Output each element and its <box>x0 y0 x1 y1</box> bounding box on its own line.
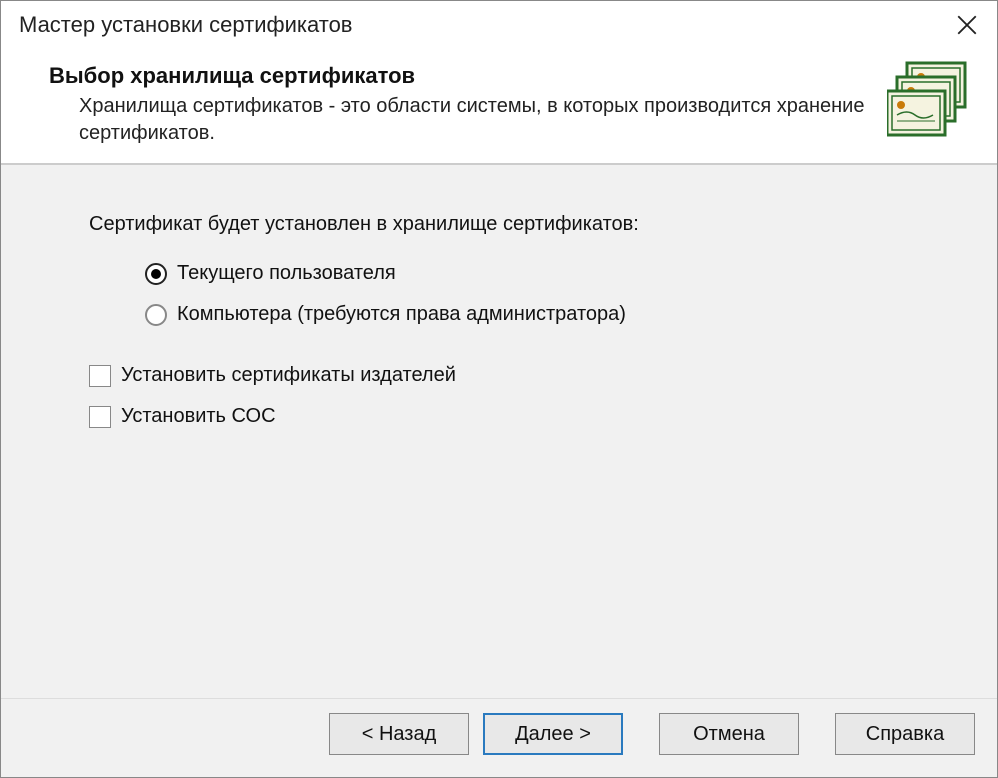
radio-label: Текущего пользователя <box>177 262 396 285</box>
wizard-footer: < Назад Далее > Отмена Справка <box>1 698 997 777</box>
wizard-window: Мастер установки сертификатов Выбор хран… <box>0 0 998 778</box>
checkbox-install-crl[interactable]: Установить СОС <box>89 405 937 428</box>
content-intro: Сертификат будет установлен в хранилище … <box>89 213 937 236</box>
certificates-icon <box>887 59 975 137</box>
close-icon <box>957 15 977 35</box>
checkbox-label: Установить СОС <box>121 405 276 428</box>
wizard-content: Сертификат будет установлен в хранилище … <box>1 165 997 698</box>
wizard-header-text: Выбор хранилища сертификатов Хранилища с… <box>49 63 887 147</box>
back-button[interactable]: < Назад <box>329 713 469 755</box>
wizard-header-title: Выбор хранилища сертификатов <box>49 63 867 89</box>
checkbox-label: Установить сертификаты издателей <box>121 364 456 387</box>
radio-current-user[interactable]: Текущего пользователя <box>145 262 937 285</box>
radio-icon <box>145 263 167 285</box>
radio-dot-icon <box>151 269 161 279</box>
cancel-button[interactable]: Отмена <box>659 713 799 755</box>
wizard-header-desc: Хранилища сертификатов - это области сис… <box>49 93 867 147</box>
checkbox-install-publisher-certs[interactable]: Установить сертификаты издателей <box>89 364 937 387</box>
checkbox-icon <box>89 365 111 387</box>
close-button[interactable] <box>949 7 985 43</box>
window-title: Мастер установки сертификатов <box>19 12 353 38</box>
radio-computer[interactable]: Компьютера (требуются права администрато… <box>145 303 937 326</box>
titlebar: Мастер установки сертификатов <box>1 1 997 49</box>
radio-icon <box>145 304 167 326</box>
help-button[interactable]: Справка <box>835 713 975 755</box>
store-radio-group: Текущего пользователя Компьютера (требую… <box>89 262 937 326</box>
next-button[interactable]: Далее > <box>483 713 623 755</box>
radio-label: Компьютера (требуются права администрато… <box>177 303 626 326</box>
wizard-header: Выбор хранилища сертификатов Хранилища с… <box>1 49 997 165</box>
checkbox-icon <box>89 406 111 428</box>
